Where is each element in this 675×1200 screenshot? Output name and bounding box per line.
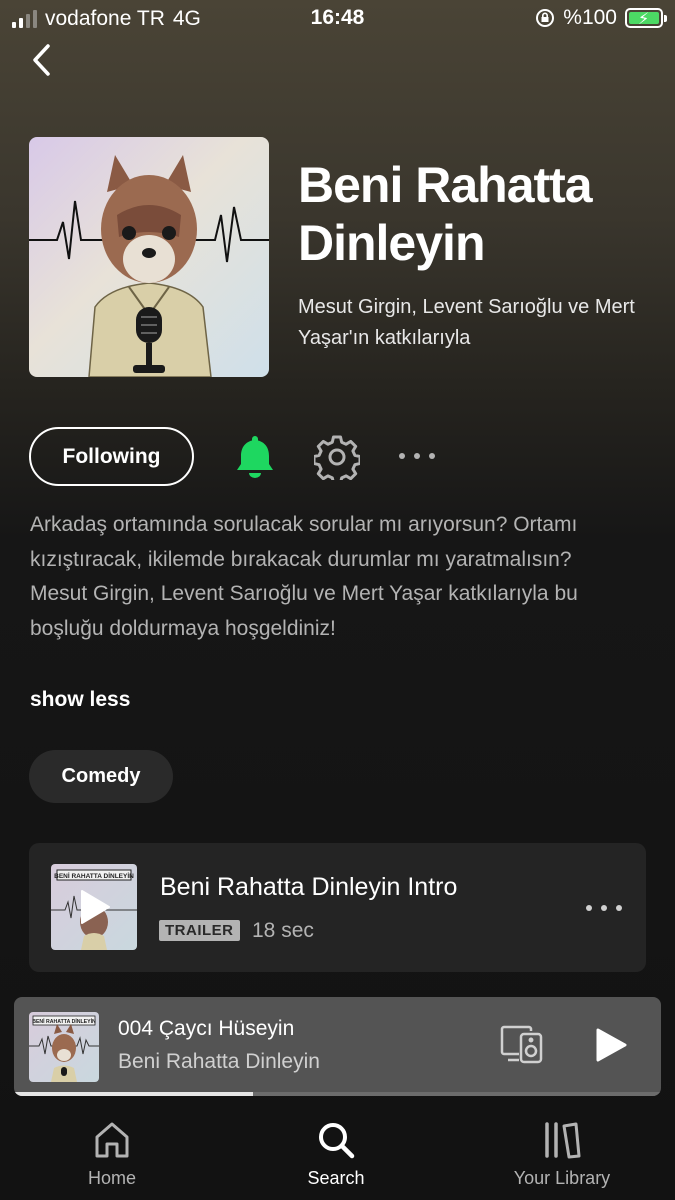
nav-library-label: Your Library [513,1168,611,1188]
podcast-description: Arkadaş ortamında sorulacak sorular mı a… [30,508,650,646]
nav-home[interactable]: Home [37,1120,187,1189]
notification-bell-icon[interactable] [233,433,277,479]
podcast-authors: Mesut Girgin, Levent Sarıoğlu ve Mert Ya… [298,296,635,349]
playback-progress-bar [14,1092,661,1096]
search-icon [319,1123,355,1159]
mini-player[interactable]: BENİ RAHATTA DİNLEYİN 004 Çaycı Hüseyin … [14,997,661,1096]
trailer-badge: TRAILER [159,920,240,941]
playback-progress-fill [14,1092,254,1096]
now-playing-show: Beni Rahatta Dinleyin [118,1050,320,1073]
episode-title[interactable]: Beni Rahatta Dinleyin Intro [160,873,457,902]
podcast-title: Beni Rahatta Dinleyin [298,157,593,271]
show-less-link[interactable]: show less [30,688,130,712]
nav-library[interactable]: Your Library [487,1120,637,1189]
description-paragraph: Mesut Girgin, Levent Sarıoğlu ve Mert Ya… [30,582,578,640]
back-button[interactable] [28,40,58,80]
connect-devices-icon[interactable] [499,1024,545,1064]
more-options-icon[interactable] [396,446,438,466]
following-button[interactable]: Following [29,427,194,486]
status-bar: vodafone TR 4G 16:48 %100 ⚡ [0,0,675,38]
status-right: %100 ⚡ [535,6,667,30]
settings-gear-icon[interactable] [314,434,360,480]
battery-percent: %100 [563,6,617,29]
bottom-nav: Home Search Your Library [0,1100,675,1200]
nav-search[interactable]: Search [261,1120,411,1189]
nav-search-label: Search [307,1168,365,1188]
library-icon [545,1122,581,1159]
podcast-cover-art [29,137,269,377]
episode-thumbnail[interactable]: BENİ RAHATTA DİNLEYİN [51,864,137,950]
nav-home-label: Home [87,1168,136,1188]
home-icon [95,1122,129,1158]
genre-chip[interactable]: Comedy [29,750,173,803]
description-paragraph: Arkadaş ortamında sorulacak sorular mı a… [30,513,578,571]
now-playing-thumbnail: BENİ RAHATTA DİNLEYİN [29,1012,99,1082]
episode-card[interactable]: BENİ RAHATTA DİNLEYİN Beni Rahatta Dinle… [29,843,646,972]
play-button[interactable] [594,1027,628,1063]
now-playing-title: 004 Çaycı Hüseyin [118,1017,295,1040]
play-overlay-icon[interactable] [79,889,111,925]
thumb-banner-text: BENİ RAHATTA DİNLEYİN [54,872,134,880]
battery-icon: ⚡ [625,8,667,28]
episode-duration: 18 sec [252,919,314,942]
orientation-lock-icon [536,9,555,27]
episode-more-icon[interactable] [583,898,625,918]
thumb-banner-text: BENİ RAHATTA DİNLEYİN [32,1018,96,1025]
